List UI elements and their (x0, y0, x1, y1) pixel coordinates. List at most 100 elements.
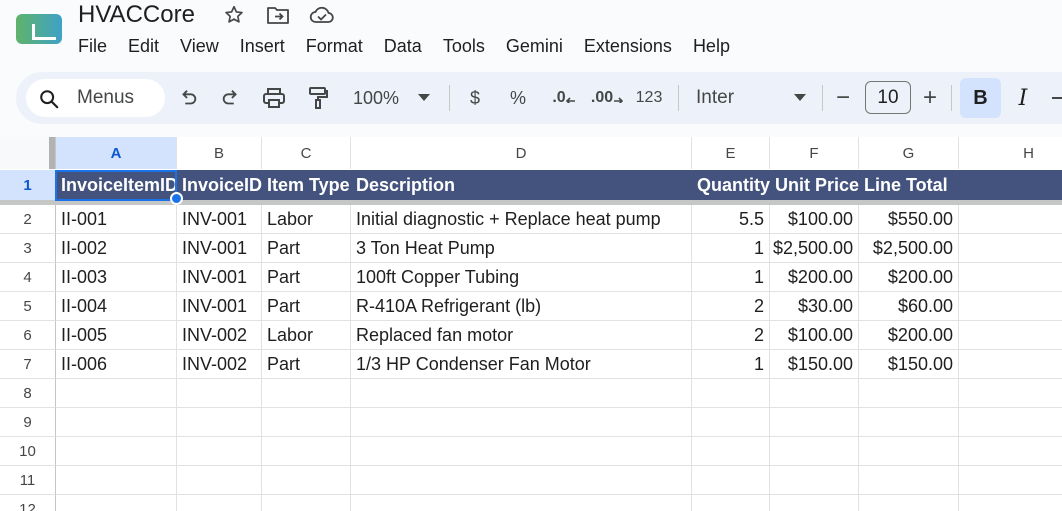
cell-h6[interactable] (959, 321, 1062, 350)
zoom-select[interactable]: 100% (348, 84, 404, 112)
cell-b3[interactable]: INV-001 (177, 234, 262, 263)
fill-handle[interactable] (170, 192, 183, 205)
menu-help[interactable]: Help (693, 34, 751, 58)
header-cell-invoice-id[interactable]: InvoiceID (177, 170, 262, 201)
cell-a4[interactable]: II-003 (56, 263, 177, 292)
cell-b4[interactable]: INV-001 (177, 263, 262, 292)
font-size-input[interactable]: 10 (865, 81, 911, 114)
column-header-c[interactable]: C (262, 137, 351, 169)
cell-d7[interactable]: 1/3 HP Condenser Fan Motor (351, 350, 692, 379)
italic-button[interactable]: I (1011, 84, 1035, 112)
menu-format[interactable]: Format (306, 34, 384, 58)
paint-format-icon[interactable] (303, 84, 333, 112)
row-header-7[interactable]: 7 (0, 350, 56, 379)
cell-g7[interactable]: $150.00 (859, 350, 959, 379)
empty-cell[interactable] (770, 495, 859, 511)
empty-cell[interactable] (351, 408, 692, 437)
empty-cell[interactable] (959, 437, 1062, 466)
sheets-logo-icon[interactable] (16, 14, 62, 44)
menu-edit[interactable]: Edit (128, 34, 180, 58)
empty-cell[interactable] (262, 495, 351, 511)
empty-cell[interactable] (177, 379, 262, 408)
empty-cell[interactable] (959, 495, 1062, 511)
empty-cell[interactable] (262, 379, 351, 408)
font-family-select[interactable]: Inter (696, 84, 806, 112)
cell-g3[interactable]: $2,500.00 (859, 234, 959, 263)
empty-cell[interactable] (692, 437, 770, 466)
empty-cell[interactable] (56, 437, 177, 466)
empty-cell[interactable] (692, 379, 770, 408)
empty-cell[interactable] (859, 408, 959, 437)
cell-a6[interactable]: II-005 (56, 321, 177, 350)
cell-d6[interactable]: Replaced fan motor (351, 321, 692, 350)
empty-cell[interactable] (770, 379, 859, 408)
currency-format-button[interactable]: $ (464, 84, 486, 112)
cell-f6[interactable]: $100.00 (770, 321, 859, 350)
move-folder-icon[interactable] (265, 2, 291, 28)
increase-decimal-button[interactable]: .00 (590, 84, 624, 112)
empty-cell[interactable] (56, 408, 177, 437)
cell-b2[interactable]: INV-001 (177, 205, 262, 234)
cell-h4[interactable] (959, 263, 1062, 292)
cell-g4[interactable]: $200.00 (859, 263, 959, 292)
empty-cell[interactable] (770, 437, 859, 466)
number-format-button[interactable]: 123 (634, 84, 664, 112)
bold-button[interactable]: B (960, 78, 1001, 118)
empty-cell[interactable] (177, 466, 262, 495)
decrease-font-size-button[interactable]: − (832, 84, 854, 112)
increase-font-size-button[interactable]: + (919, 84, 941, 112)
cell-h3[interactable] (959, 234, 1062, 263)
header-cell-quantity[interactable]: Quantity (692, 170, 770, 201)
cell-e6[interactable]: 2 (692, 321, 770, 350)
empty-cell[interactable] (177, 495, 262, 511)
cell-f7[interactable]: $150.00 (770, 350, 859, 379)
cell-a2[interactable]: II-001 (56, 205, 177, 234)
menu-view[interactable]: View (180, 34, 240, 58)
empty-cell[interactable] (262, 437, 351, 466)
row-header-9[interactable]: 9 (0, 408, 56, 437)
empty-cell[interactable] (692, 466, 770, 495)
row-header-5[interactable]: 5 (0, 292, 56, 321)
cell-c7[interactable]: Part (262, 350, 351, 379)
cloud-saved-icon[interactable] (309, 2, 335, 28)
cell-c3[interactable]: Part (262, 234, 351, 263)
row-header-1[interactable]: 1 (0, 170, 56, 201)
menu-data[interactable]: Data (384, 34, 443, 58)
header-cell-item-type[interactable]: Item Type (262, 170, 351, 201)
redo-icon[interactable] (217, 84, 245, 112)
cell-a5[interactable]: II-004 (56, 292, 177, 321)
cell-a3[interactable]: II-002 (56, 234, 177, 263)
row-header-2[interactable]: 2 (0, 205, 56, 234)
document-title[interactable]: HVACCore (78, 1, 195, 29)
cell-f5[interactable]: $30.00 (770, 292, 859, 321)
column-header-e[interactable]: E (692, 137, 770, 169)
empty-cell[interactable] (351, 466, 692, 495)
column-header-h[interactable]: H (959, 137, 1062, 169)
empty-cell[interactable] (770, 408, 859, 437)
empty-cell[interactable] (770, 466, 859, 495)
empty-cell[interactable] (959, 408, 1062, 437)
header-cell-unit-price[interactable]: Unit Price (770, 170, 859, 201)
cell-a7[interactable]: II-006 (56, 350, 177, 379)
cell-e2[interactable]: 5.5 (692, 205, 770, 234)
empty-cell[interactable] (959, 379, 1062, 408)
cell-c5[interactable]: Part (262, 292, 351, 321)
cell-g5[interactable]: $60.00 (859, 292, 959, 321)
row-header-12[interactable]: 12 (0, 495, 56, 511)
empty-cell[interactable] (692, 495, 770, 511)
row-header-8[interactable]: 8 (0, 379, 56, 408)
cell-e4[interactable]: 1 (692, 263, 770, 292)
cell-h2[interactable] (959, 205, 1062, 234)
strikethrough-button[interactable] (1052, 84, 1062, 112)
row-header-10[interactable]: 10 (0, 437, 56, 466)
header-cell-line-total[interactable]: Line Total (859, 170, 959, 201)
select-all-corner[interactable] (0, 137, 56, 169)
menu-gemini[interactable]: Gemini (506, 34, 584, 58)
menu-tools[interactable]: Tools (443, 34, 506, 58)
cell-e7[interactable]: 1 (692, 350, 770, 379)
cell-b5[interactable]: INV-001 (177, 292, 262, 321)
cell-f3[interactable]: $2,500.00 (770, 234, 859, 263)
decrease-decimal-button[interactable]: .0 (548, 84, 580, 112)
empty-cell[interactable] (177, 437, 262, 466)
row-header-3[interactable]: 3 (0, 234, 56, 263)
